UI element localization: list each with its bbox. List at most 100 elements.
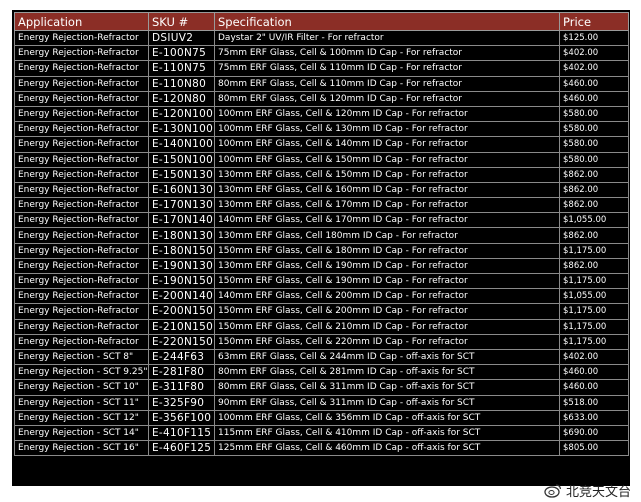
cell-sku: E-130N100 (148, 121, 215, 138)
table-body: Energy Rejection-Refractor DSIUV2 Daystar … (14, 29, 629, 457)
cell-sku: E-160N130 (148, 181, 215, 199)
cell-specification: 63mm ERF Glass, Cell & 244mm ID Cap - of… (214, 348, 560, 366)
cell-application: Energy Rejection - SCT 12" (14, 409, 149, 426)
table-row: Energy Rejection-Refractor E-200N150 150mm… (14, 303, 629, 320)
cell-sku: E-410F115 (148, 424, 215, 442)
cell-application: Energy Rejection-Refractor (14, 45, 149, 62)
cell-application: Energy Rejection - SCT 11" (14, 394, 149, 411)
cell-sku: E-281F80 (148, 364, 215, 381)
cell-price: $402.00 (559, 45, 629, 62)
cell-sku: E-190N150 (148, 272, 215, 290)
cell-application: Energy Rejection-Refractor (14, 212, 149, 229)
cell-price: $580.00 (559, 136, 629, 153)
cell-price: $1,055.00 (559, 288, 629, 305)
cell-sku: E-190N130 (148, 257, 215, 275)
cell-price: $580.00 (559, 121, 629, 138)
cell-price: $1,175.00 (559, 318, 629, 335)
header-price: Price (559, 12, 629, 31)
cell-application: Energy Rejection-Refractor (14, 272, 149, 290)
cell-application: Energy Rejection-Refractor (14, 136, 149, 153)
table-row: Energy Rejection-Refractor E-170N130 130mm… (14, 197, 629, 214)
cell-specification: 130mm ERF Glass, Cell & 160mm ID Cap - F… (214, 181, 560, 199)
table-row: Energy Rejection - SCT 16" E-460F125 125mm… (14, 440, 629, 457)
cell-specification: 130mm ERF Glass, Cell & 170mm ID Cap - F… (214, 197, 560, 214)
cell-price: $402.00 (559, 60, 629, 77)
cell-sku: E-120N100 (148, 105, 215, 123)
cell-application: Energy Rejection-Refractor (14, 181, 149, 199)
table-row: Energy Rejection-Refractor DSIUV2 Daystar … (14, 29, 629, 47)
cell-price: $1,175.00 (559, 333, 629, 350)
cell-price: $460.00 (559, 364, 629, 381)
header-application: Application (14, 12, 149, 31)
cell-application: Energy Rejection-Refractor (14, 288, 149, 305)
cell-specification: 130mm ERF Glass, Cell & 150mm ID Cap - F… (214, 166, 560, 183)
cell-sku: E-100N75 (148, 45, 215, 62)
cell-specification: 80mm ERF Glass, Cell & 311mm ID Cap - of… (214, 379, 560, 396)
cell-price: $402.00 (559, 348, 629, 366)
cell-sku: E-200N140 (148, 288, 215, 305)
cell-sku: E-170N140 (148, 212, 215, 229)
cell-specification: 150mm ERF Glass, Cell & 210mm ID Cap - F… (214, 318, 560, 335)
cell-application: Energy Rejection-Refractor (14, 227, 149, 244)
document-page: Application SKU # Specification Price En… (0, 0, 641, 502)
cell-price: $1,175.00 (559, 303, 629, 320)
cell-sku: E-120N80 (148, 90, 215, 107)
cell-specification: 80mm ERF Glass, Cell & 120mm ID Cap - Fo… (214, 90, 560, 107)
cell-sku: E-220N150 (148, 333, 215, 350)
cell-sku: E-180N150 (148, 242, 215, 259)
cell-price: $460.00 (559, 75, 629, 92)
table-row: Energy Rejection - SCT 11" E-325F90 90mm E… (14, 394, 629, 411)
cell-price: $460.00 (559, 90, 629, 107)
cell-specification: 100mm ERF Glass, Cell & 120mm ID Cap - F… (214, 105, 560, 123)
table-row: Energy Rejection-Refractor E-150N100 100mm… (14, 151, 629, 168)
cell-specification: 125mm ERF Glass, Cell & 460mm ID Cap - o… (214, 440, 560, 457)
cell-price: $460.00 (559, 379, 629, 396)
watermark-text: 北竞天文台 (565, 485, 631, 500)
cell-price: $862.00 (559, 166, 629, 183)
cell-sku: E-311F80 (148, 379, 215, 396)
cell-price: $580.00 (559, 105, 629, 123)
cell-specification: 150mm ERF Glass, Cell & 190mm ID Cap - F… (214, 272, 560, 290)
table-row: Energy Rejection-Refractor E-160N130 130mm… (14, 181, 629, 199)
cell-sku: E-210N150 (148, 318, 215, 335)
price-table: Application SKU # Specification Price En… (14, 12, 629, 457)
cell-application: Energy Rejection - SCT 8" (14, 348, 149, 366)
table-row: Energy Rejection - SCT 12" E-356F100 100mm… (14, 409, 629, 426)
table-row: Energy Rejection-Refractor E-150N130 130mm… (14, 166, 629, 183)
table-row: Energy Rejection-Refractor E-190N130 130mm… (14, 257, 629, 275)
cell-application: Energy Rejection-Refractor (14, 60, 149, 77)
cell-specification: 130mm ERF Glass, Cell 180mm ID Cap - For… (214, 227, 560, 244)
cell-specification: Daystar 2" UV/IR Filter - For refractor (214, 29, 560, 47)
price-table-container: Application SKU # Specification Price En… (12, 10, 630, 486)
cell-application: Energy Rejection-Refractor (14, 166, 149, 183)
cell-specification: 115mm ERF Glass, Cell & 410mm ID Cap - o… (214, 424, 560, 442)
cell-sku: E-180N130 (148, 227, 215, 244)
cell-application: Energy Rejection-Refractor (14, 257, 149, 275)
cell-specification: 80mm ERF Glass, Cell & 281mm ID Cap - of… (214, 364, 560, 381)
cell-sku: E-150N100 (148, 151, 215, 168)
table-row: Energy Rejection-Refractor E-110N80 80mm E… (14, 75, 629, 92)
table-row: Energy Rejection-Refractor E-100N75 75mm E… (14, 45, 629, 62)
cell-specification: 150mm ERF Glass, Cell & 200mm ID Cap - F… (214, 303, 560, 320)
cell-price: $1,175.00 (559, 272, 629, 290)
cell-sku: E-460F125 (148, 440, 215, 457)
cell-sku: E-110N80 (148, 75, 215, 92)
table-row: Energy Rejection-Refractor E-200N140 140mm… (14, 288, 629, 305)
table-row: Energy Rejection-Refractor E-180N150 150mm… (14, 242, 629, 259)
cell-application: Energy Rejection-Refractor (14, 303, 149, 320)
cell-application: Energy Rejection-Refractor (14, 151, 149, 168)
cell-price: $580.00 (559, 151, 629, 168)
cell-price: $633.00 (559, 409, 629, 426)
cell-specification: 90mm ERF Glass, Cell & 311mm ID Cap - of… (214, 394, 560, 411)
cell-sku: E-150N130 (148, 166, 215, 183)
table-row: Energy Rejection-Refractor E-130N100 100mm… (14, 121, 629, 138)
cell-specification: 75mm ERF Glass, Cell & 100mm ID Cap - Fo… (214, 45, 560, 62)
table-row: Energy Rejection-Refractor E-210N150 150mm… (14, 318, 629, 335)
cell-application: Energy Rejection - SCT 10" (14, 379, 149, 396)
cell-specification: 130mm ERF Glass, Cell & 190mm ID Cap - F… (214, 257, 560, 275)
cell-sku: DSIUV2 (148, 29, 215, 47)
cell-application: Energy Rejection-Refractor (14, 242, 149, 259)
table-row: Energy Rejection-Refractor E-220N150 150mm… (14, 333, 629, 350)
table-row: Energy Rejection-Refractor E-110N75 75mm E… (14, 60, 629, 77)
cell-price: $1,055.00 (559, 212, 629, 229)
